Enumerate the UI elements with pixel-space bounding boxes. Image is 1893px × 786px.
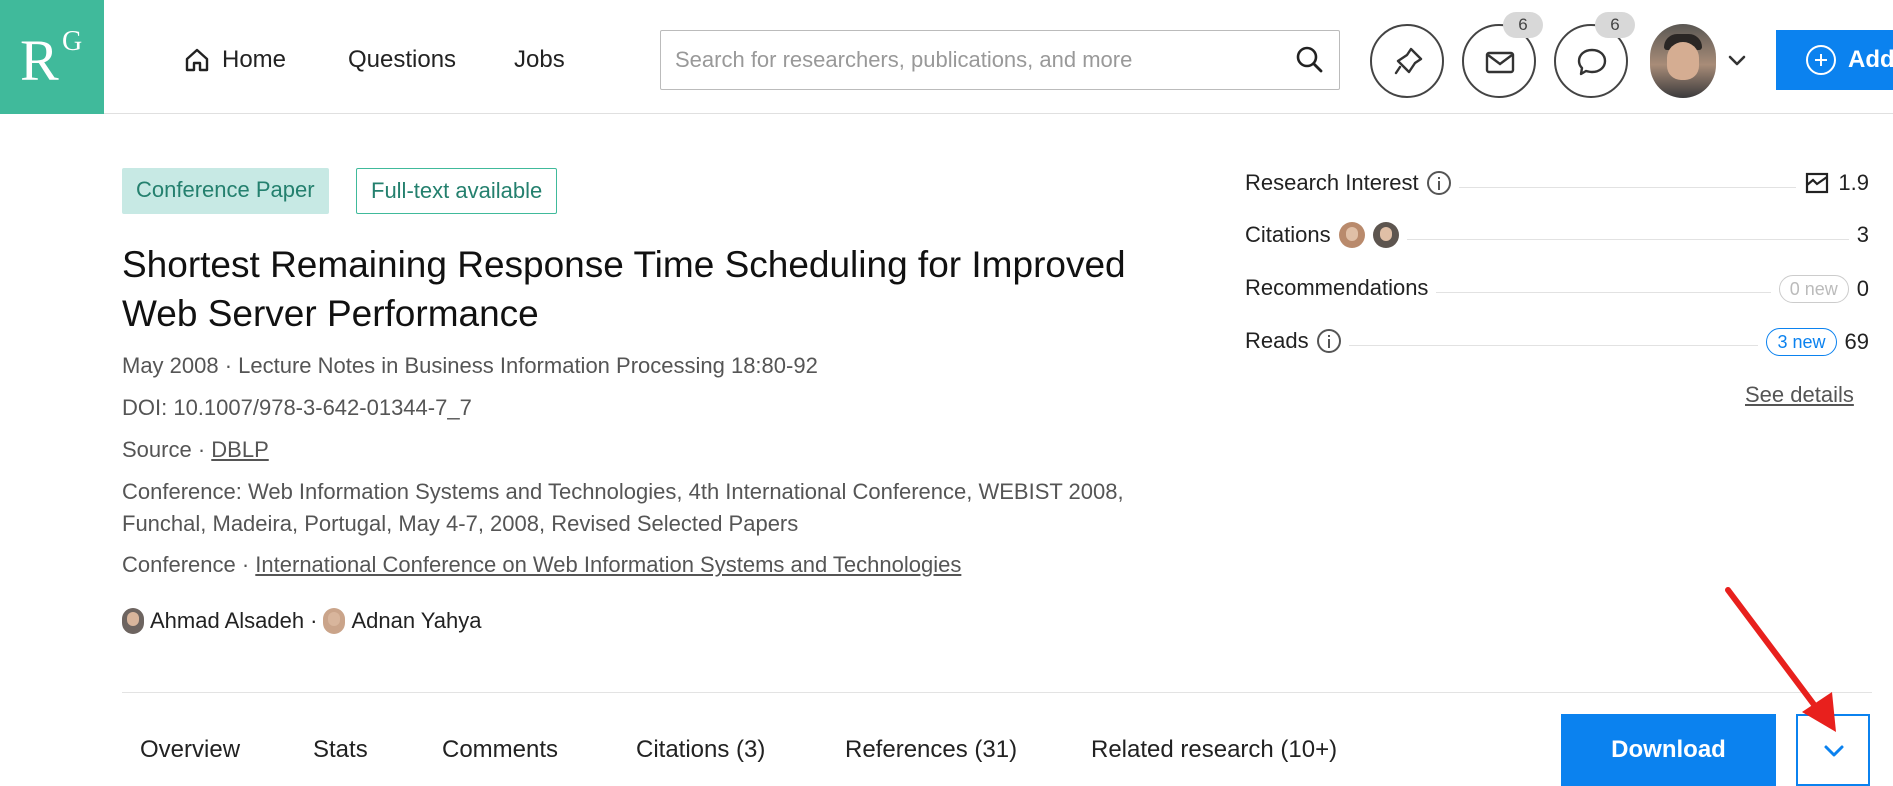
reads-new-pill: 3 new [1766,328,1837,356]
info-icon[interactable] [1426,171,1451,195]
chevron-down-icon[interactable] [1726,50,1748,72]
tab-comments[interactable]: Comments [442,736,558,764]
publication-type-tag: Conference Paper [122,168,329,214]
stat-label-group: Citations [1245,222,1407,248]
stat-value-group: 0 new 0 [1770,275,1869,303]
source-prefix: Source · [122,437,212,462]
research-interest-value: 1.9 [1838,170,1869,195]
tab-citations[interactable]: Citations (3) [636,736,765,764]
tabs-divider [122,692,1872,693]
home-icon [185,48,209,72]
citations-label: Citations [1245,222,1331,247]
bell-icon [1394,47,1423,75]
red-arrow-annotation [1725,587,1836,732]
speech-bubble-icon [1577,48,1607,76]
top-bar: R G Home Questions Jobs 6 [0,0,1893,114]
stat-label-group: Reads [1245,328,1349,354]
nav-questions[interactable]: Questions [348,46,456,74]
tab-stats[interactable]: Stats [313,736,368,764]
stat-citations[interactable]: Citations 3 [1245,222,1869,256]
author-avatar[interactable] [122,608,144,634]
comments-count-badge: 6 [1595,12,1635,38]
publication-date-journal: May 2008 · Lecture Notes in Business Inf… [122,353,818,378]
see-details-link[interactable]: See details [1745,382,1854,408]
reads-label: Reads [1245,328,1309,353]
publication-doi: DOI: 10.1007/978-3-642-01344-7_7 [122,395,472,420]
stat-recommendations[interactable]: Recommendations 0 new 0 [1245,275,1869,309]
author-list: Ahmad Alsadeh · Adnan Yahya [122,608,482,634]
author-separator: · [310,608,318,633]
publication-source: Source · DBLP [122,434,269,466]
stat-research-interest: Research Interest 1.9 [1245,170,1869,204]
stat-label-group: Recommendations [1245,275,1437,301]
stat-value-group: 3 [1848,222,1869,248]
conference-series: Conference · International Conference on… [122,549,961,581]
recommendations-value: 0 [1856,276,1869,301]
conference-link[interactable]: International Conference on Web Informat… [255,552,961,577]
citations-value: 3 [1856,222,1869,247]
nav-home-label: Home [222,46,287,73]
search-input[interactable] [675,43,1265,77]
author-avatar[interactable] [323,608,346,634]
recommendations-new-pill: 0 new [1778,275,1849,303]
conference-details: Conference: Web Information Systems and … [122,479,1124,536]
stat-value-group: 1.9 [1796,170,1869,196]
search-box [660,30,1340,90]
stat-label-group: Research Interest [1245,170,1459,196]
info-icon[interactable] [1316,329,1341,353]
nav-home[interactable]: Home [184,46,286,74]
stat-reads[interactable]: Reads 3 new 69 [1245,328,1869,362]
tab-overview[interactable]: Overview [140,736,240,764]
logo-letter-g: G [62,26,83,57]
author-name[interactable]: Adnan Yahya [351,608,481,634]
search-icon[interactable] [1293,43,1327,77]
envelope-icon [1485,51,1515,74]
nav-jobs-label: Jobs [514,46,565,73]
logo-letter-r: R [20,28,59,93]
nav-jobs[interactable]: Jobs [514,46,565,74]
fulltext-tag: Full-text available [356,168,558,214]
researchgate-logo[interactable]: R G [0,0,104,114]
user-avatar[interactable] [1650,24,1716,98]
add-button[interactable]: Add [1776,30,1893,90]
nav-questions-label: Questions [348,46,457,73]
reads-value: 69 [1844,329,1869,354]
source-link[interactable]: DBLP [211,437,268,462]
add-button-label: Add [1848,46,1893,73]
notifications-button[interactable] [1370,24,1444,98]
citing-author-avatar [1338,222,1365,248]
publication-title: Shortest Remaining Response Time Schedul… [122,244,1126,334]
messages-count-badge: 6 [1503,12,1543,38]
avatar-face [1667,42,1699,80]
chevron-down-icon [1824,745,1844,757]
stat-value-group: 3 new 69 [1758,328,1869,356]
conference-prefix: Conference · [122,552,256,577]
tab-related-research[interactable]: Related research (10+) [1091,736,1337,764]
tab-references[interactable]: References (31) [845,736,1017,764]
plus-circle-icon [1806,45,1836,75]
citing-author-avatar [1372,222,1399,248]
research-interest-label: Research Interest [1245,170,1419,195]
recommendations-label: Recommendations [1245,275,1429,300]
chart-trend-icon [1806,172,1829,194]
author-name[interactable]: Ahmad Alsadeh [150,608,304,634]
